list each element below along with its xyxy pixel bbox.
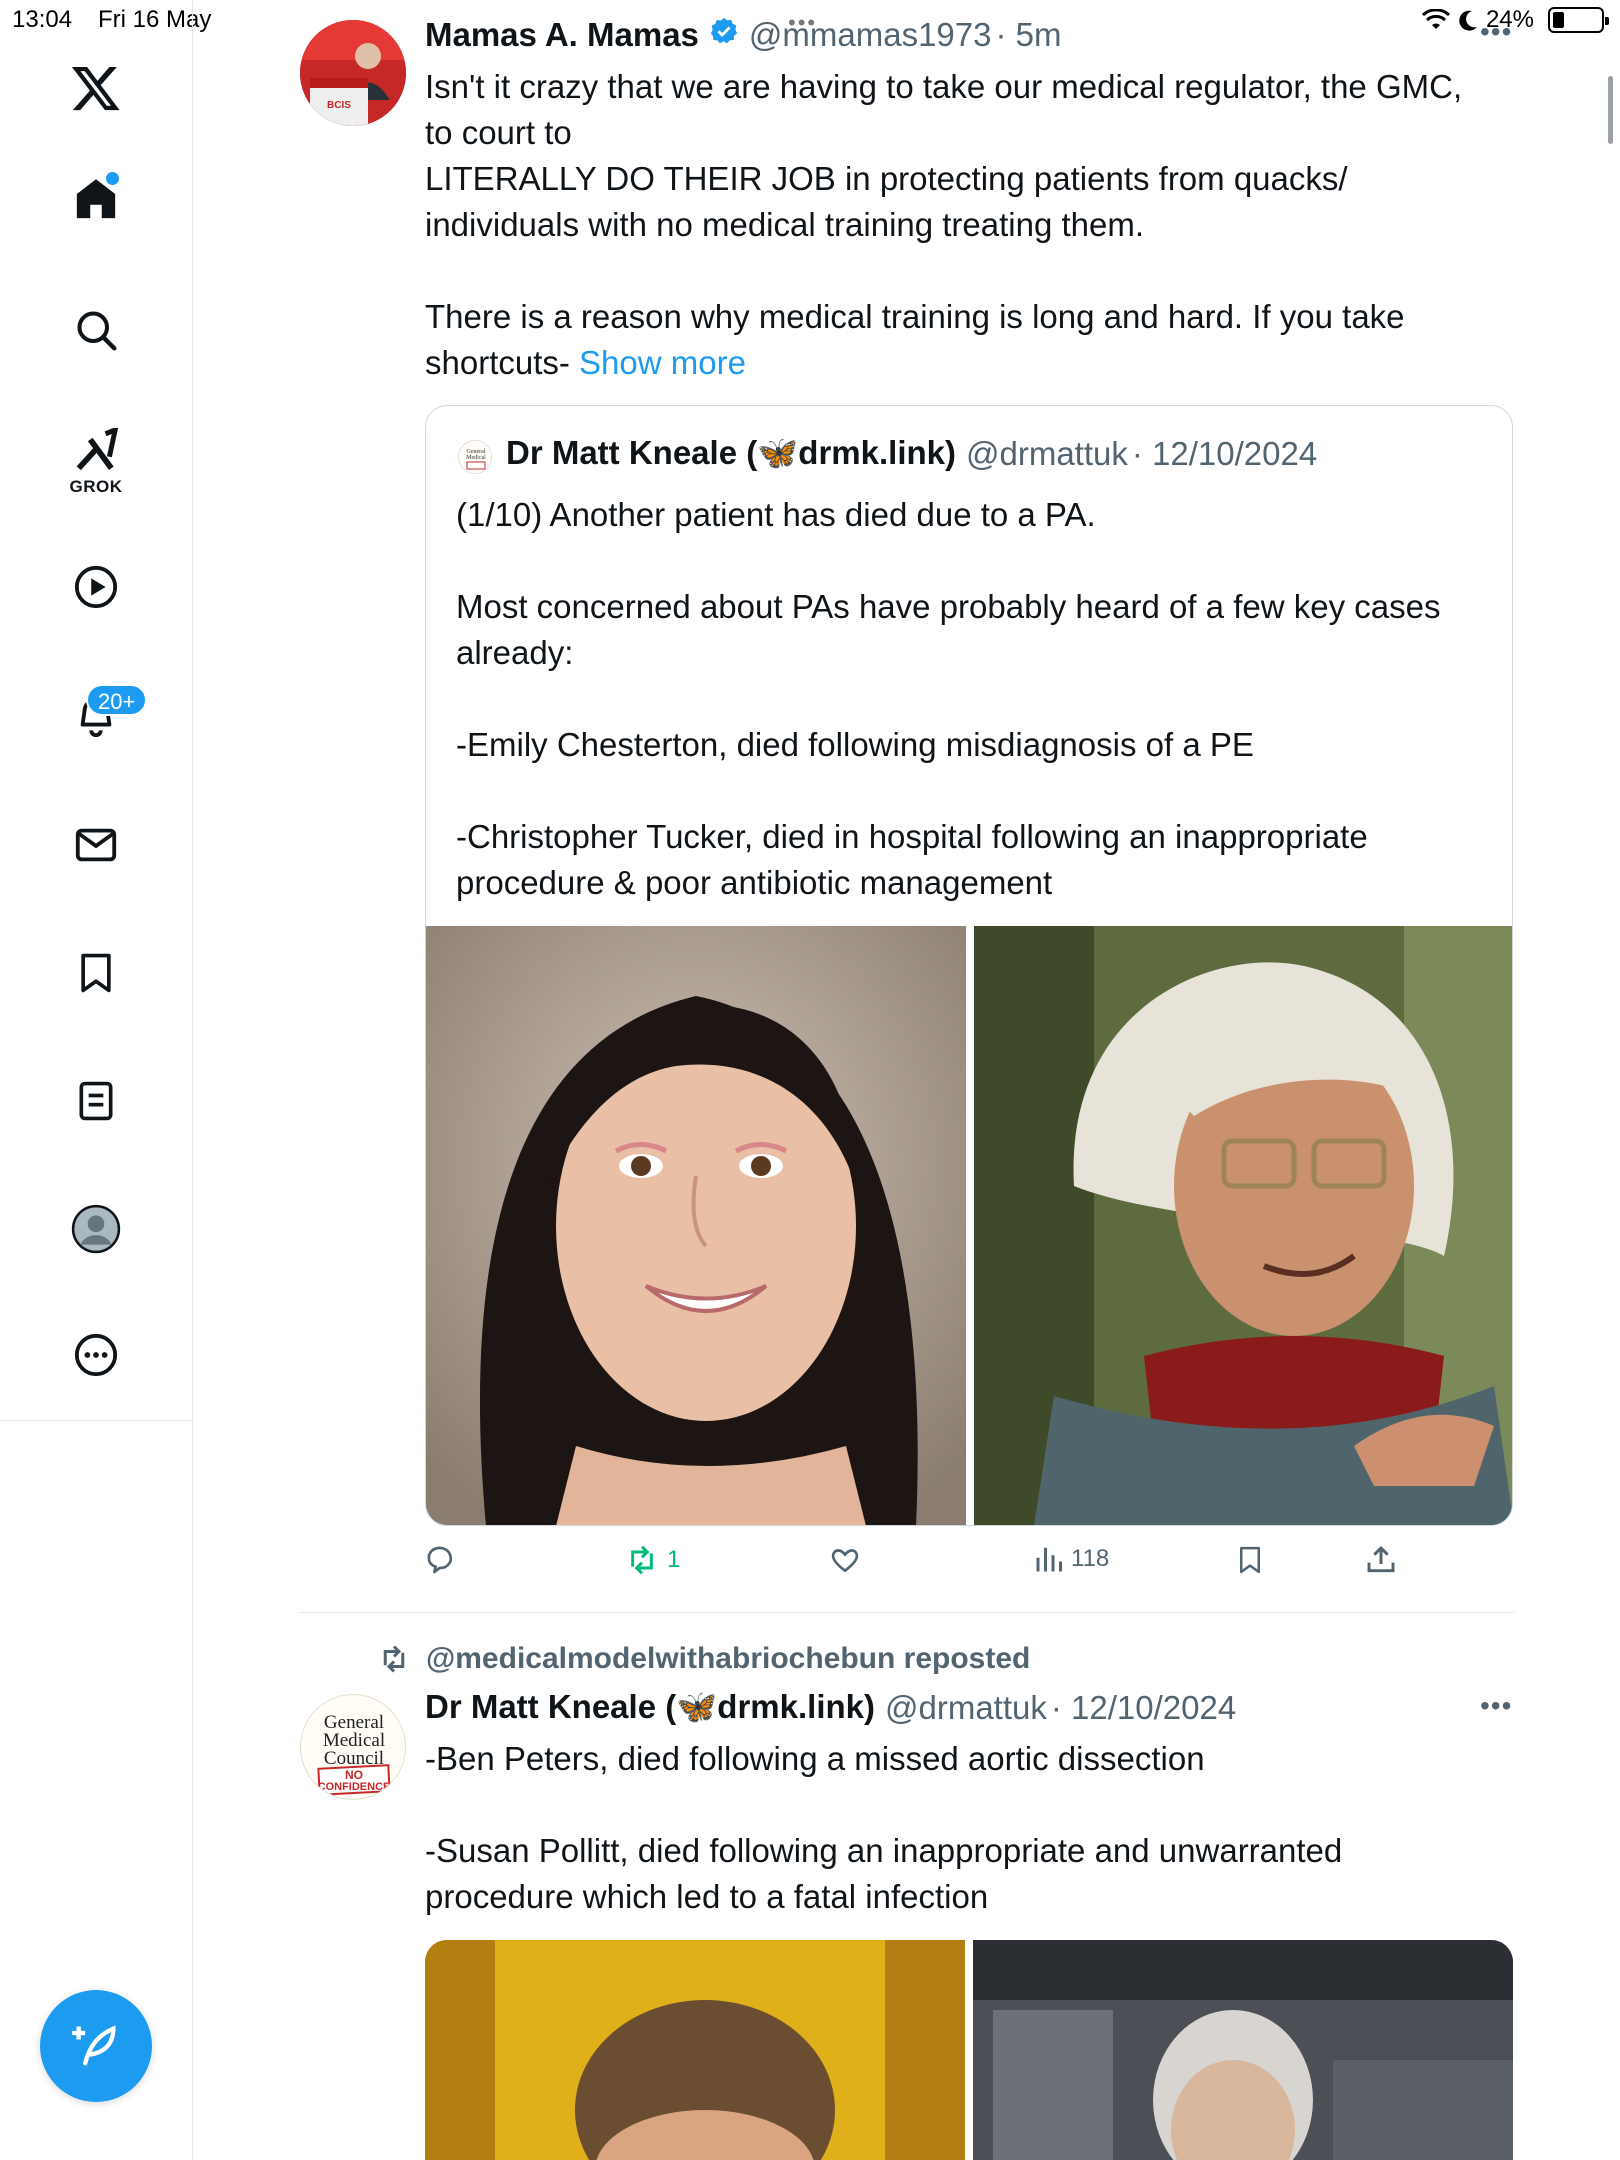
quoted-header: Dr Matt Kneale (🦋drmk.link) @drmattuk · … <box>506 434 1317 473</box>
share-icon <box>1367 1545 1395 1573</box>
sidebar-item-messages[interactable] <box>0 822 192 868</box>
status-right: 24% <box>1421 6 1609 34</box>
tweet1-avatar[interactable]: BCIS <box>300 20 406 126</box>
sidebar-item-profile[interactable] <box>0 1204 192 1254</box>
tweet1-author-name[interactable]: Mamas A. Mamas <box>425 16 699 54</box>
quoted-photo-woman[interactable] <box>426 926 966 1525</box>
home-unread-dot <box>106 172 119 185</box>
tweet2-header: Dr Matt Kneale (🦋drmk.link) @drmattuk · … <box>425 1688 1236 1727</box>
x-logo-icon[interactable] <box>0 62 192 114</box>
retweet-icon <box>631 1545 653 1575</box>
compose-feather-icon <box>72 2025 116 2066</box>
quoted-avatar: General Medical <box>458 440 492 474</box>
share-button[interactable] <box>1365 1544 1397 1576</box>
grok-icon <box>76 428 119 471</box>
wifi-icon <box>1421 9 1450 29</box>
tweet2-avatar[interactable]: General Medical Council NO CONFIDENCE <box>300 1694 406 1800</box>
heart-icon <box>831 1549 859 1573</box>
reply-icon <box>427 1546 453 1574</box>
show-more-link[interactable]: Show more <box>579 344 746 381</box>
sidebar-item-bookmarks[interactable] <box>0 950 192 996</box>
stamp-line2: CONFIDENCE <box>318 1781 391 1793</box>
tweet1-handle[interactable]: @mmamas1973 <box>749 16 992 54</box>
bookmark-icon <box>1240 1546 1260 1574</box>
views-chart-icon <box>1036 1547 1062 1572</box>
tweet1-body: Isn't it crazy that we are having to tak… <box>425 68 1463 381</box>
sidebar: GROK 20+ <box>0 0 193 2160</box>
tweet1-header: Mamas A. Mamas @mmamas1973 · 5m <box>425 16 1062 54</box>
tweet1-time[interactable]: · 5m <box>996 16 1062 54</box>
tweet1-text: Isn't it crazy that we are having to tak… <box>425 64 1525 386</box>
verified-badge-icon <box>709 16 739 54</box>
retweet-button[interactable]: 1 <box>625 1544 680 1576</box>
moon-icon <box>1459 10 1477 31</box>
sidebar-divider <box>0 1420 192 1421</box>
sidebar-item-lists[interactable] <box>0 1078 192 1124</box>
sidebar-item-grok[interactable] <box>0 428 192 474</box>
views-count: 118 <box>1071 1545 1110 1572</box>
battery-icon <box>1548 7 1609 33</box>
avatar <box>71 1204 121 1254</box>
tweet2-handle[interactable]: @drmattuk <box>885 1689 1047 1727</box>
compose-button[interactable] <box>40 1990 152 2102</box>
like-button[interactable] <box>829 1544 861 1576</box>
tweet2-photo-right[interactable] <box>973 1940 1513 2160</box>
tweet2-text: -Ben Peters, died following a missed aor… <box>425 1740 1343 1915</box>
podium-logo-text: BCIS <box>327 100 351 111</box>
tweet2-photos <box>425 1940 1513 2160</box>
tweet-divider <box>300 1612 1515 1613</box>
scrollbar[interactable] <box>1608 76 1613 144</box>
list-icon <box>79 1081 113 1121</box>
retweet-icon <box>383 1645 405 1673</box>
grok-label: GROK <box>69 477 123 496</box>
tweet2-author-name[interactable]: Dr Matt Kneale (🦋drmk.link) <box>425 1688 875 1727</box>
quoted-photo-man[interactable] <box>974 926 1512 1525</box>
reply-button[interactable] <box>425 1544 457 1576</box>
notification-badge: 20+ <box>86 684 148 716</box>
search-icon <box>77 311 117 351</box>
tweet2-photo-left[interactable] <box>425 1940 965 2160</box>
mail-icon <box>75 828 117 862</box>
views-button[interactable]: 118 <box>1033 1544 1109 1574</box>
quoted-tweet[interactable]: General Medical Dr Matt Kneale (🦋drmk.lin… <box>425 405 1513 1526</box>
more-circle-icon <box>74 1333 118 1377</box>
sidebar-item-home[interactable] <box>0 176 192 222</box>
tweet2-time[interactable]: · 12/10/2024 <box>1051 1689 1236 1727</box>
sidebar-item-more[interactable] <box>0 1332 192 1378</box>
sidebar-item-explore[interactable] <box>0 308 192 352</box>
reposted-by-text: @medicalmodelwithabriochebun reposted <box>426 1642 1031 1675</box>
tweet1-actions: 1 118 <box>425 1544 1515 1584</box>
quoted-time: · 12/10/2024 <box>1131 434 1318 472</box>
quoted-author-name: Dr Matt Kneale (🦋drmk.link) <box>506 434 956 471</box>
tweet2-more-icon[interactable]: ••• <box>1480 1690 1512 1722</box>
svg-text:Medical: Medical <box>466 455 486 461</box>
bookmark-button[interactable] <box>1235 1544 1265 1576</box>
tweet1-more-icon[interactable]: ••• <box>1480 16 1512 48</box>
retweet-count: 1 <box>667 1546 681 1573</box>
quoted-text: (1/10) Another patient has died due to a… <box>456 496 1441 901</box>
sidebar-item-videos[interactable] <box>0 564 192 610</box>
play-circle-icon <box>74 565 118 609</box>
stamp-line1: NO <box>345 1768 363 1782</box>
bookmark-icon <box>81 953 111 993</box>
quoted-handle: @drmattuk <box>966 434 1128 472</box>
repost-indicator[interactable]: @medicalmodelwithabriochebun reposted <box>378 1642 1030 1676</box>
